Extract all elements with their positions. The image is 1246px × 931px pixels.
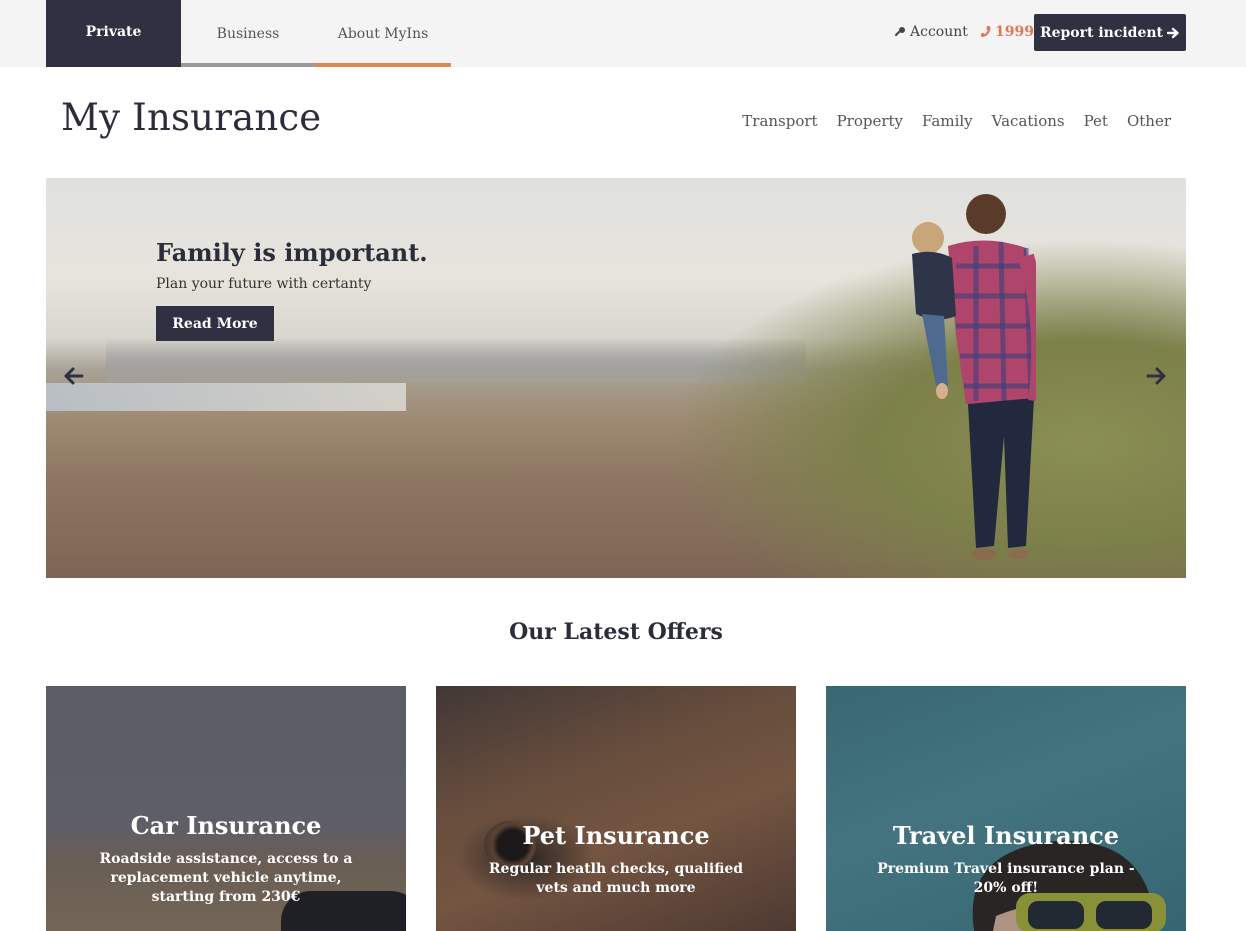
hero-background-sea [46,383,406,411]
offer-card-pet[interactable]: Pet Insurance Regular heatlh checks, qua… [436,686,796,931]
main-nav: Transport Property Family Vacations Pet … [742,112,1171,130]
offer-card-text: Premium Travel insurance plan - 20% off! [877,861,1135,896]
phone-link[interactable]: 1999 [980,24,1034,40]
arrow-right-icon [1146,367,1166,385]
key-icon [894,27,905,37]
read-more-button[interactable]: Read More [156,306,274,341]
brand-title[interactable]: My Insurance [61,96,321,139]
offer-card-text: Regular heatlh checks, qualified vets an… [488,861,744,896]
offer-card-title: Pet Insurance [522,821,710,850]
top-bar: Private Business About MyIns Account 199… [0,0,1246,67]
phone-number: 1999 [995,24,1034,40]
hero-photo-father-child [912,194,1036,560]
nav-vacations[interactable]: Vacations [992,112,1065,130]
report-incident-label: Report incident [1039,24,1164,41]
hero-title: Family is important. [156,238,428,267]
offers-section-title: Our Latest Offers [509,619,723,645]
offer-card-travel[interactable]: Travel Insurance Premium Travel insuranc… [826,686,1186,931]
carousel-prev-button[interactable] [63,365,85,387]
nav-other[interactable]: Other [1127,112,1171,130]
offer-card-title: Car Insurance [130,811,322,840]
offer-card-car[interactable]: Car Insurance Roadside assistance, acces… [46,686,406,931]
offer-card-title: Travel Insurance [892,821,1120,850]
tab-business[interactable]: Business [181,0,315,67]
offer-card-text: Roadside assistance, access to a replace… [99,851,353,905]
nav-pet[interactable]: Pet [1084,112,1108,130]
nav-family[interactable]: Family [922,112,973,130]
account-label: Account [910,24,968,40]
carousel-next-button[interactable] [1145,365,1167,387]
report-incident-button[interactable]: Report incident [1034,14,1186,51]
tab-private[interactable]: Private [46,0,181,67]
arrow-right-icon [1167,27,1179,38]
nav-transport[interactable]: Transport [742,112,817,130]
phone-icon [981,26,991,37]
nav-property[interactable]: Property [837,112,903,130]
tab-about-myins[interactable]: About MyIns [315,0,451,67]
arrow-left-icon [64,367,84,385]
hero-subtitle: Plan your future with certanty [156,276,372,292]
hero-carousel: Family is important. Plan your future wi… [46,178,1186,578]
account-link[interactable]: Account [894,24,968,40]
